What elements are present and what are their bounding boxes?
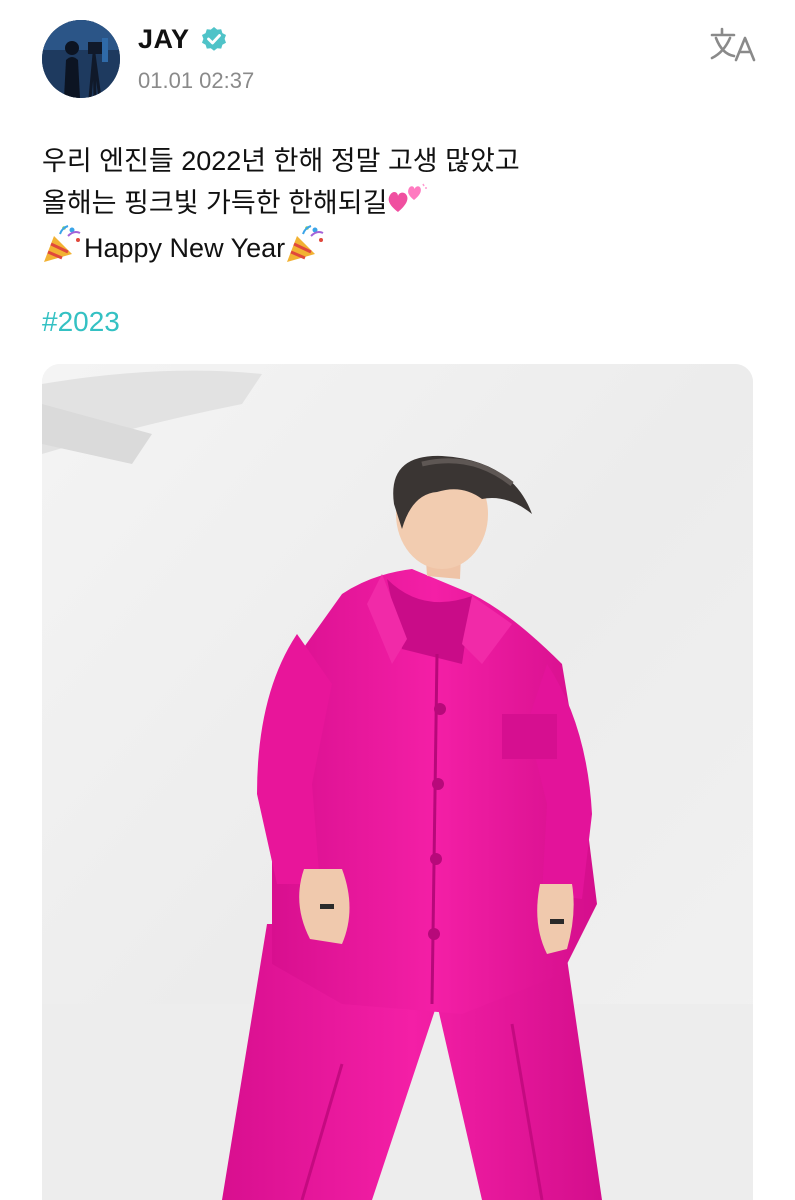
translate-icon[interactable]: [710, 26, 758, 66]
post-timestamp: 01.01 02:37: [138, 68, 255, 93]
post-body: 우리 엔진들 2022년 한해 정말 고생 많았고 올해는 핑크빛 가득한 한해…: [42, 140, 762, 266]
post-text-line-1: 우리 엔진들 2022년 한해 정말 고생 많았고: [42, 146, 520, 176]
post-photo[interactable]: [42, 364, 753, 1200]
party-popper-icon: [42, 224, 84, 276]
avatar[interactable]: [42, 20, 120, 98]
hashtag-link[interactable]: #2023: [42, 306, 120, 338]
verified-badge-icon: [200, 26, 228, 54]
post-text-line-2-text: 올해는 핑크빛 가득한 한해되길: [42, 188, 388, 219]
pink-hearts-icon: [387, 182, 428, 228]
author-name[interactable]: JAY: [138, 24, 190, 55]
post-text-line-3-text: Happy New Year: [84, 233, 286, 264]
post-text-line-3: Happy New Year: [42, 224, 762, 266]
party-popper-icon: [285, 224, 327, 276]
post-text-line-2: 올해는 핑크빛 가득한 한해되길: [42, 182, 762, 224]
post-header: JAY 01.01 02:37: [42, 20, 762, 100]
